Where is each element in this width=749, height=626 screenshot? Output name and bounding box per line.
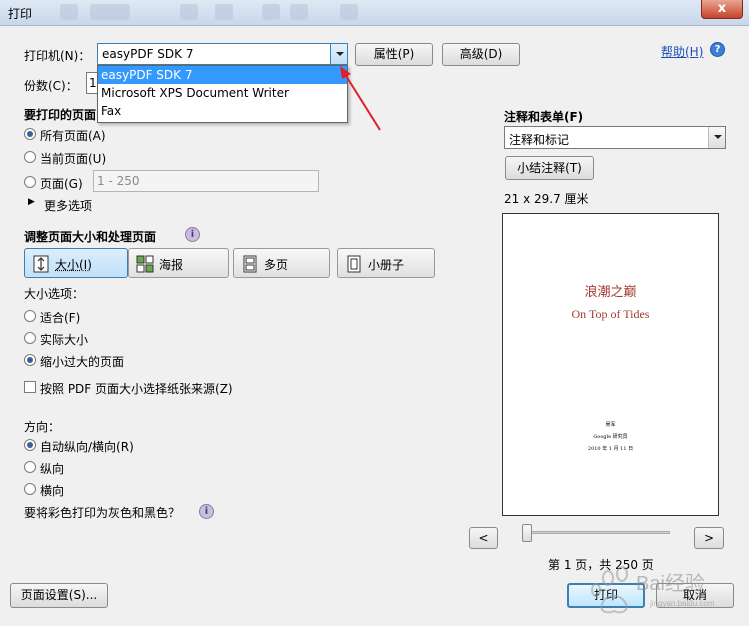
printer-select[interactable]: easyPDF SDK 7	[97, 43, 348, 65]
booklet-mode-button[interactable]: 小册子	[337, 248, 435, 278]
multiple-pages-mode-button[interactable]: 多页	[233, 248, 330, 278]
toolbar-ghost-icon	[290, 4, 308, 20]
poster-mode-button[interactable]: 海报	[128, 248, 229, 278]
watermark-text: Bai经验	[636, 572, 705, 595]
toolbar-ghost-icon	[60, 4, 78, 20]
pages-radio[interactable]	[24, 176, 36, 188]
preview-title-cn: 浪潮之巅	[584, 285, 637, 300]
pages-heading: 要打印的页面	[24, 108, 97, 122]
printer-dropdown-list: easyPDF SDK 7 Microsoft XPS Document Wri…	[97, 65, 348, 123]
close-button[interactable]: x	[701, 0, 743, 19]
poster-mode-label: 海报	[159, 258, 184, 272]
preview-date: 2010 年 1 月 11 日	[587, 446, 634, 452]
page-preview: 浪潮之巅 On Top of Tides 吴军 Google 研究员 2010 …	[502, 213, 719, 516]
sizing-info-icon[interactable]: i	[185, 227, 200, 242]
copies-value: 1	[89, 76, 97, 90]
advanced-button[interactable]: 高级(D)	[442, 43, 520, 66]
shrink-label[interactable]: 缩小过大的页面	[40, 353, 124, 370]
portrait-label[interactable]: 纵向	[40, 460, 64, 477]
sizing-heading: 调整页面大小和处理页面	[24, 230, 157, 244]
printer-option-easypdf[interactable]: easyPDF SDK 7	[98, 66, 347, 84]
help-link[interactable]: 帮助(H)	[661, 43, 703, 60]
page-range-value: 1 - 250	[97, 174, 140, 188]
booklet-mode-label: 小册子	[368, 258, 405, 272]
preview-title-en: On Top of Tides	[571, 307, 650, 321]
toolbar-ghost-icon	[90, 4, 130, 20]
pages-label[interactable]: 页面(G)	[40, 175, 83, 192]
copies-label: 份数(C)：	[24, 79, 78, 93]
expand-triangle-icon[interactable]: ▶	[28, 197, 35, 207]
size-options-label: 大小选项：	[24, 287, 85, 301]
properties-button[interactable]: 属性(P)	[355, 43, 433, 66]
printer-selected-value: easyPDF SDK 7	[102, 47, 194, 61]
current-page-radio[interactable]	[24, 151, 36, 163]
chevron-down-icon[interactable]	[330, 44, 347, 64]
preview-author: 吴军	[605, 422, 616, 428]
multiple-pages-icon	[243, 255, 257, 273]
size-mode-label: 大小(I)	[55, 258, 92, 272]
portrait-radio[interactable]	[24, 461, 36, 473]
toolbar-ghost-icon	[180, 4, 198, 20]
all-pages-radio[interactable]	[24, 128, 36, 140]
page-size-label: 21 x 29.7 厘米	[504, 192, 589, 206]
actual-size-radio[interactable]	[24, 332, 36, 344]
size-icon	[33, 255, 49, 273]
grayscale-info-icon[interactable]: i	[199, 504, 214, 519]
auto-orientation-label[interactable]: 自动纵向/横向(R)	[40, 438, 134, 455]
all-pages-label[interactable]: 所有页面(A)	[40, 127, 106, 144]
baidu-watermark-logo: Bai经验 jingyan.baidu.com	[591, 566, 715, 614]
grayscale-label: 要将彩色打印为灰色和黑色？	[24, 506, 181, 520]
comments-select[interactable]: 注释和标记	[504, 126, 726, 149]
fit-radio[interactable]	[24, 310, 36, 322]
multiple-pages-mode-label: 多页	[264, 258, 289, 272]
chevron-down-icon[interactable]	[708, 127, 725, 148]
comments-heading: 注释和表单(F)	[504, 110, 584, 124]
printer-label: 打印机(N)：	[24, 49, 91, 63]
prev-page-button[interactable]: <	[469, 527, 498, 549]
printer-option-fax[interactable]: Fax	[98, 102, 347, 120]
booklet-icon	[347, 255, 361, 273]
auto-orientation-radio[interactable]	[24, 439, 36, 451]
watermark-subtext: jingyan.baidu.com	[649, 599, 715, 608]
toolbar-ghost-icon	[262, 4, 280, 20]
orientation-label: 方向：	[24, 420, 61, 434]
shrink-radio[interactable]	[24, 354, 36, 366]
more-options-link[interactable]: 更多选项	[44, 197, 92, 214]
toolbar-ghost-icon	[340, 4, 358, 20]
printer-option-xps[interactable]: Microsoft XPS Document Writer	[98, 84, 347, 102]
paper-source-label[interactable]: 按照 PDF 页面大小选择纸张来源(Z)	[40, 380, 233, 397]
current-page-label[interactable]: 当前页面(U)	[40, 150, 106, 167]
actual-size-label[interactable]: 实际大小	[40, 331, 88, 348]
toolbar-ghost-icon	[215, 4, 233, 20]
title-bar: 打印 x	[0, 0, 749, 26]
poster-icon	[136, 255, 154, 273]
page-range-input[interactable]: 1 - 250	[93, 170, 319, 192]
page-setup-button[interactable]: 页面设置(S)...	[10, 583, 108, 608]
fit-label[interactable]: 适合(F)	[40, 309, 80, 326]
landscape-label[interactable]: 横向	[40, 482, 64, 499]
comments-selected-value: 注释和标记	[509, 133, 570, 147]
page-slider-track[interactable]	[522, 531, 670, 534]
preview-publisher: Google 研究员	[593, 434, 628, 440]
next-page-button[interactable]: >	[694, 527, 724, 549]
help-icon[interactable]: ?	[710, 42, 725, 57]
summarize-comments-button[interactable]: 小结注释(T)	[505, 156, 594, 180]
window-title: 打印	[8, 7, 33, 21]
landscape-radio[interactable]	[24, 483, 36, 495]
page-slider-thumb[interactable]	[522, 524, 532, 542]
size-mode-button[interactable]: 大小(I)	[24, 248, 128, 278]
paper-source-checkbox[interactable]	[24, 381, 36, 393]
